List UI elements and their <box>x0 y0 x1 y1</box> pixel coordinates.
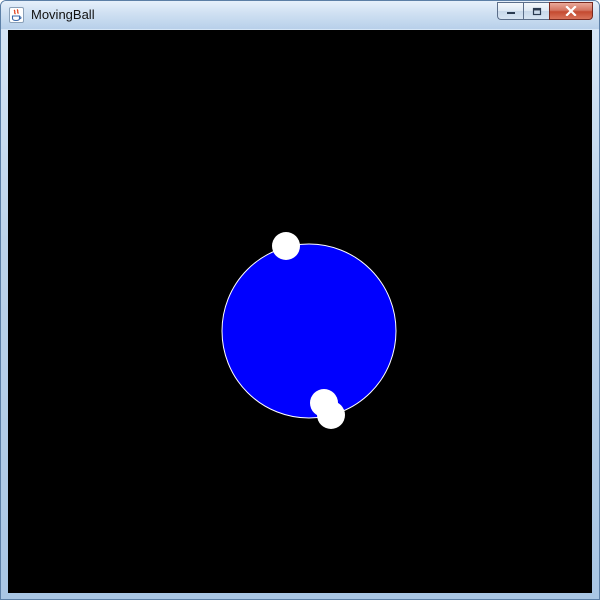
big-blue-ball <box>221 243 397 419</box>
minimize-button[interactable] <box>497 2 523 20</box>
maximize-icon <box>532 7 541 15</box>
close-icon <box>565 6 577 16</box>
canvas-area <box>8 30 592 593</box>
window-controls <box>497 2 593 21</box>
small-white-ball-bottom-right <box>317 401 345 429</box>
window-title: MovingBall <box>31 7 95 22</box>
close-button[interactable] <box>549 2 593 20</box>
maximize-button[interactable] <box>523 2 549 20</box>
app-window: MovingBall <box>0 0 600 600</box>
java-icon <box>9 7 24 23</box>
ball-canvas <box>221 232 397 429</box>
minimize-icon <box>506 12 515 14</box>
small-white-ball-top <box>272 232 300 260</box>
title-bar[interactable]: MovingBall <box>1 1 599 29</box>
